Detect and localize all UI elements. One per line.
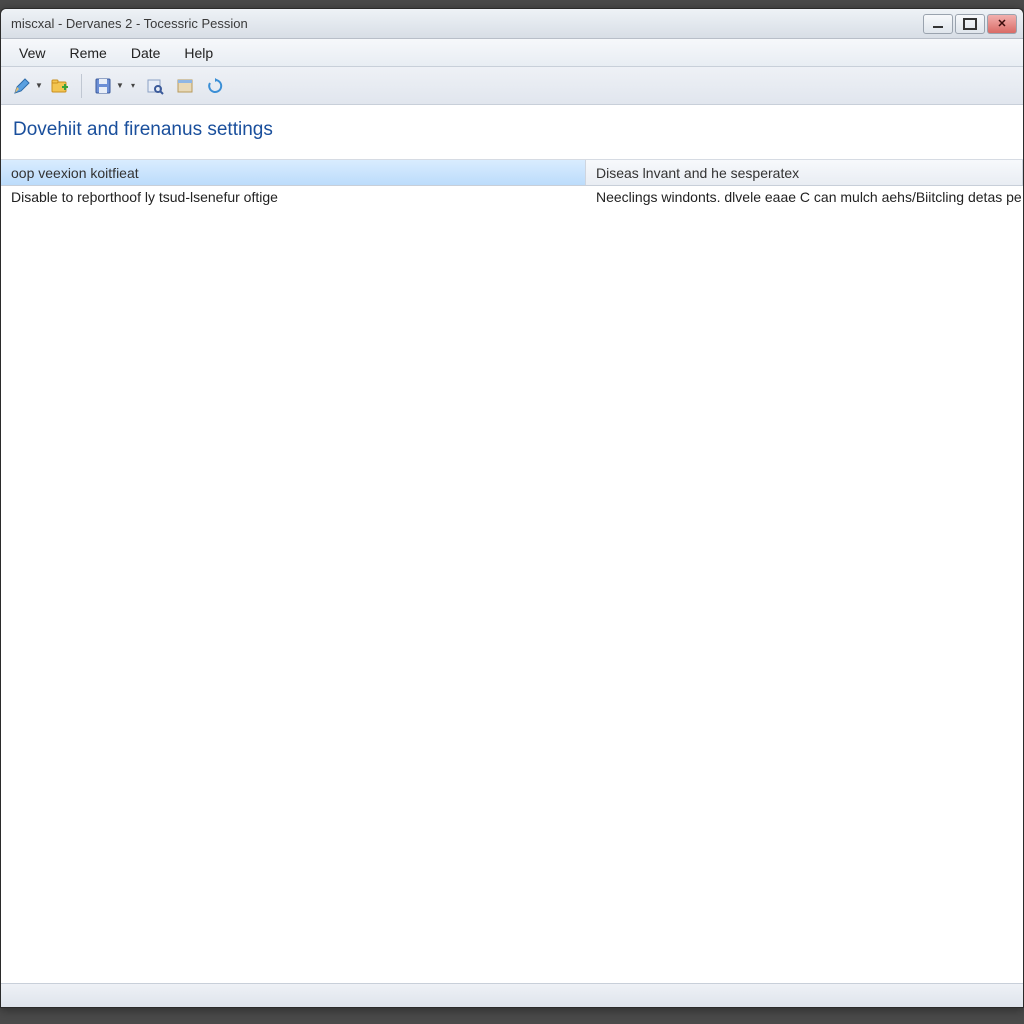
menu-help[interactable]: Help: [174, 42, 223, 64]
dropdown-icon[interactable]: ▼: [35, 81, 43, 90]
disk-icon[interactable]: [90, 73, 116, 99]
toolbar-separator: [81, 74, 82, 98]
find-icon[interactable]: [142, 73, 168, 99]
cell-c2: Neeclings windonts. dlvele eaae C can mu…: [586, 186, 1023, 210]
list-view: oop veexion koitfieat Diseas lnvant and …: [1, 160, 1023, 983]
app-window: miscxal - Dervanes 2 - Tocessric Pession…: [0, 8, 1024, 1008]
toolbar: ▼ ▼ ▾: [1, 67, 1023, 105]
menubar: Vew Reme Date Help: [1, 39, 1023, 67]
column-header-1[interactable]: oop veexion koitfieat: [1, 160, 586, 185]
cell-c1: Disable to reþorthoof ly tsud-lsenefur o…: [1, 186, 586, 210]
menu-reme[interactable]: Reme: [59, 42, 116, 64]
list-rows[interactable]: Disable to reþorthoof ly tsud-lsenefur o…: [1, 186, 1023, 983]
menu-date[interactable]: Date: [121, 42, 171, 64]
dropdown-icon[interactable]: ▼: [116, 81, 124, 90]
folder-add-icon[interactable]: [47, 73, 73, 99]
column-header-2[interactable]: Diseas lnvant and he sesperatex: [586, 160, 1023, 185]
refresh-icon[interactable]: [202, 73, 228, 99]
statusbar: [1, 983, 1023, 1007]
small-dropdown-icon[interactable]: ▾: [128, 73, 138, 99]
titlebar: miscxal - Dervanes 2 - Tocessric Pession: [1, 9, 1023, 39]
column-headers: oop veexion koitfieat Diseas lnvant and …: [1, 160, 1023, 186]
close-button[interactable]: [987, 14, 1017, 34]
table-row[interactable]: Disable to reþorthoof ly tsud-lsenefur o…: [1, 186, 1023, 210]
minimize-button[interactable]: [923, 14, 953, 34]
pencil-icon[interactable]: [9, 73, 35, 99]
window-controls: [923, 14, 1017, 34]
panel-icon[interactable]: [172, 73, 198, 99]
menu-vew[interactable]: Vew: [9, 42, 55, 64]
maximize-button[interactable]: [955, 14, 985, 34]
window-title: miscxal - Dervanes 2 - Tocessric Pession: [11, 16, 248, 31]
page-title: Dovehiit and firenanus settings: [1, 105, 1023, 160]
